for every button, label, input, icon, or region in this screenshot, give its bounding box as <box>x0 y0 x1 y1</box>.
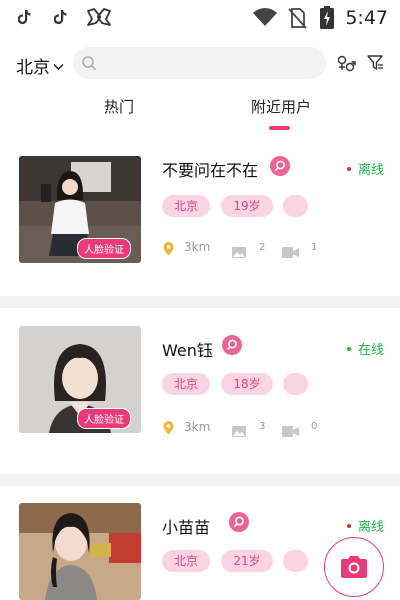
distance: 3km <box>184 420 211 434</box>
search-icon[interactable] <box>222 335 242 355</box>
photo-icon <box>232 422 246 441</box>
search-icon[interactable] <box>229 512 249 532</box>
user-name: Wen钰 <box>162 341 213 360</box>
filter-icon[interactable] <box>366 54 384 76</box>
location-pin-icon <box>163 241 174 260</box>
photo-count: 3 <box>259 421 266 432</box>
card-divider <box>0 296 400 308</box>
tiktok-icon <box>17 9 32 29</box>
status-label: 在线 <box>357 343 384 358</box>
face-verified-badge: 人脸验证 <box>77 408 131 429</box>
empty-tag <box>283 550 308 572</box>
city-tag: 北京 <box>162 195 210 217</box>
photo-count: 2 <box>259 242 266 253</box>
city-label: 北京 <box>16 58 50 78</box>
age-tag: 19岁 <box>221 195 273 217</box>
photo-icon <box>232 243 246 262</box>
user-name: 小苗苗 <box>162 518 211 537</box>
city-tag: 北京 <box>162 373 210 395</box>
video-count: 0 <box>311 421 318 432</box>
video-icon <box>282 243 299 262</box>
offline-dot <box>346 523 351 528</box>
tiktok-icon <box>53 9 68 29</box>
user-photo[interactable]: 人脸验证 <box>19 156 141 263</box>
search-icon <box>81 55 97 75</box>
card-divider <box>0 474 400 486</box>
distance: 3km <box>184 240 211 254</box>
status-label: 离线 <box>357 520 384 535</box>
status-bar: 5:47 <box>0 0 400 36</box>
gender-filter-icon[interactable] <box>336 54 356 78</box>
top-header: 北京 <box>0 44 400 84</box>
status-indicator: 离线 <box>346 159 384 178</box>
camera-icon <box>339 554 369 584</box>
age-tag: 21岁 <box>221 550 273 572</box>
search-bar[interactable] <box>73 47 326 79</box>
age-tag: 18岁 <box>221 373 273 395</box>
user-photo[interactable]: 人脸验证 <box>19 326 141 433</box>
city-tag: 北京 <box>162 550 210 572</box>
user-name: 不要问在不在 <box>162 161 259 180</box>
search-icon[interactable] <box>270 156 290 176</box>
city-selector[interactable]: 北京 <box>16 53 64 78</box>
user-card[interactable]: 人脸验证 Wen钰 在线 北京 18岁 3km 3 0 <box>0 326 400 478</box>
online-dot <box>346 346 351 351</box>
user-card[interactable]: 人脸验证 不要问在不在 离线 北京 19岁 3km 2 1 <box>0 156 400 308</box>
tab-nearby-users[interactable]: 附近用户 <box>251 96 311 117</box>
empty-tag <box>283 195 308 217</box>
status-indicator: 在线 <box>346 339 384 358</box>
battery-icon <box>319 6 335 34</box>
chevron-down-icon <box>53 56 64 76</box>
tab-popular[interactable]: 热门 <box>104 96 134 117</box>
clock: 5:47 <box>345 7 388 29</box>
search-input[interactable] <box>103 53 313 73</box>
kuaishou-icon <box>86 7 112 31</box>
no-sim-icon <box>287 7 307 33</box>
offline-dot <box>346 166 351 171</box>
camera-button[interactable] <box>324 537 384 597</box>
face-verified-badge: 人脸验证 <box>77 238 131 259</box>
wifi-icon <box>252 7 278 31</box>
video-icon <box>282 422 299 441</box>
user-photo[interactable] <box>19 503 141 600</box>
status-label: 离线 <box>357 163 384 178</box>
video-count: 1 <box>311 242 318 253</box>
active-tab-indicator <box>269 126 290 130</box>
empty-tag <box>283 373 308 395</box>
status-indicator: 离线 <box>346 516 384 535</box>
tab-bar: 热门 附近用户 <box>0 92 400 132</box>
location-pin-icon <box>163 420 174 439</box>
